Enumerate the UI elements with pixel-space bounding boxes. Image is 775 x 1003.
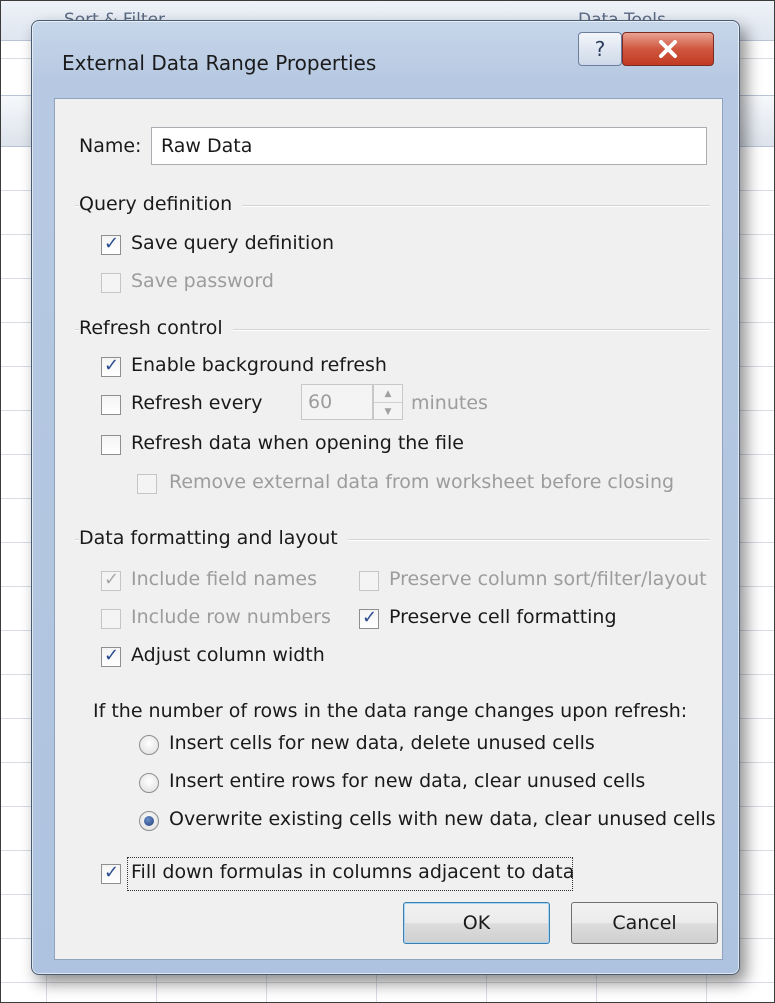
- dialog-title: External Data Range Properties: [62, 51, 377, 75]
- insert-cells-label[interactable]: Insert cells for new data, delete unused…: [169, 732, 595, 754]
- rows-change-prompt: If the number of rows in the data range …: [93, 700, 688, 722]
- insert-rows-label[interactable]: Insert entire rows for new data, clear u…: [169, 770, 645, 792]
- fill-down-formulas-checkbox[interactable]: [101, 862, 121, 884]
- cancel-button[interactable]: Cancel: [571, 902, 718, 944]
- name-label: Name:: [79, 135, 142, 157]
- fill-down-formulas-label[interactable]: Fill down formulas in columns adjacent t…: [131, 861, 574, 883]
- remove-external-data-checkbox: [137, 474, 157, 494]
- save-password-checkbox: [101, 273, 121, 293]
- adjust-column-width-checkbox[interactable]: [101, 645, 121, 667]
- include-field-names-label: Include field names: [131, 568, 318, 590]
- preserve-cell-formatting-checkbox[interactable]: [359, 607, 379, 629]
- insert-rows-radio[interactable]: [139, 773, 159, 793]
- insert-cells-radio[interactable]: [139, 735, 159, 755]
- refresh-on-open-label[interactable]: Refresh data when opening the file: [131, 432, 464, 454]
- include-field-names-checkbox: [101, 569, 121, 591]
- save-query-definition-label[interactable]: Save query definition: [131, 232, 334, 254]
- help-icon: ?: [594, 37, 606, 61]
- help-button[interactable]: ?: [578, 32, 622, 66]
- adjust-column-width-label[interactable]: Adjust column width: [131, 644, 325, 666]
- preserve-sort-filter-label: Preserve column sort/filter/layout: [389, 568, 707, 590]
- dialog-content: Name: Query definition Save query defini…: [54, 98, 723, 960]
- refresh-minutes-input[interactable]: [301, 384, 373, 420]
- name-input[interactable]: [151, 127, 707, 165]
- overwrite-cells-radio[interactable]: [139, 811, 159, 831]
- overwrite-cells-label[interactable]: Overwrite existing cells with new data, …: [169, 808, 716, 830]
- preserve-sort-filter-checkbox: [359, 571, 379, 591]
- close-icon: [659, 40, 677, 58]
- refresh-every-label[interactable]: Refresh every: [131, 392, 262, 414]
- data-formatting-title: Data formatting and layout: [79, 527, 348, 549]
- refresh-minutes-unit: minutes: [411, 392, 488, 414]
- save-query-definition-checkbox[interactable]: [101, 233, 121, 255]
- query-definition-title: Query definition: [79, 193, 243, 215]
- remove-external-data-label: Remove external data from worksheet befo…: [169, 471, 675, 493]
- spin-up-icon[interactable]: ▲: [374, 385, 402, 402]
- include-row-numbers-label: Include row numbers: [131, 606, 331, 628]
- include-row-numbers-checkbox: [101, 609, 121, 629]
- enable-background-refresh-label[interactable]: Enable background refresh: [131, 354, 387, 376]
- close-button[interactable]: [622, 32, 714, 66]
- refresh-minutes-spinner[interactable]: ▲ ▼: [373, 384, 403, 420]
- spin-down-icon[interactable]: ▼: [374, 402, 402, 420]
- enable-background-refresh-checkbox[interactable]: [101, 355, 121, 377]
- refresh-control-title: Refresh control: [79, 317, 233, 339]
- refresh-on-open-checkbox[interactable]: [101, 435, 121, 455]
- external-data-range-properties-dialog: External Data Range Properties ? Name: Q…: [31, 20, 740, 975]
- dialog-titlebar[interactable]: External Data Range Properties ?: [32, 21, 739, 99]
- preserve-cell-formatting-label[interactable]: Preserve cell formatting: [389, 606, 617, 628]
- ok-button[interactable]: OK: [403, 902, 550, 944]
- save-password-label: Save password: [131, 270, 274, 292]
- refresh-every-checkbox[interactable]: [101, 395, 121, 415]
